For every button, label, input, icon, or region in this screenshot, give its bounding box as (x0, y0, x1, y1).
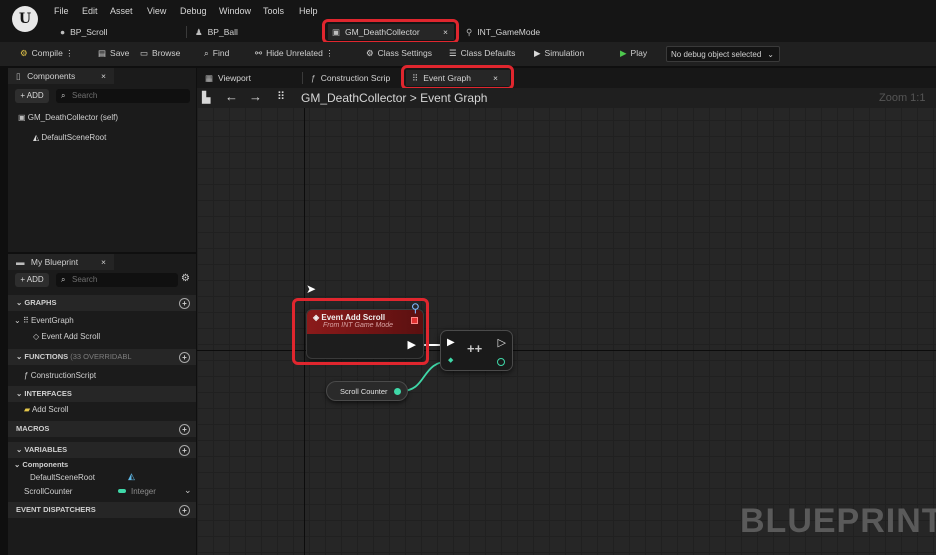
scroll-counter-node[interactable]: Scroll Counter (326, 381, 408, 401)
increment-node[interactable]: ▶ ++ ▷ ◆ (440, 330, 513, 371)
variable-node-label: Scroll Counter (340, 387, 388, 396)
integer-out-pin-icon[interactable] (394, 388, 401, 395)
highlight-event-node (292, 298, 429, 365)
integer-in-pin-icon[interactable]: ◆ (448, 356, 453, 364)
exec-in-pin-icon[interactable]: ▶ (447, 337, 455, 348)
exec-out-pin-icon[interactable]: ▷ (498, 336, 506, 349)
integer-out-pin-icon[interactable] (497, 358, 505, 366)
blueprint-watermark: BLUEPRINT (740, 502, 936, 540)
increment-label: ++ (467, 341, 483, 356)
mouse-cursor-icon: ➤ (306, 282, 317, 296)
wires-layer (400, 344, 452, 392)
